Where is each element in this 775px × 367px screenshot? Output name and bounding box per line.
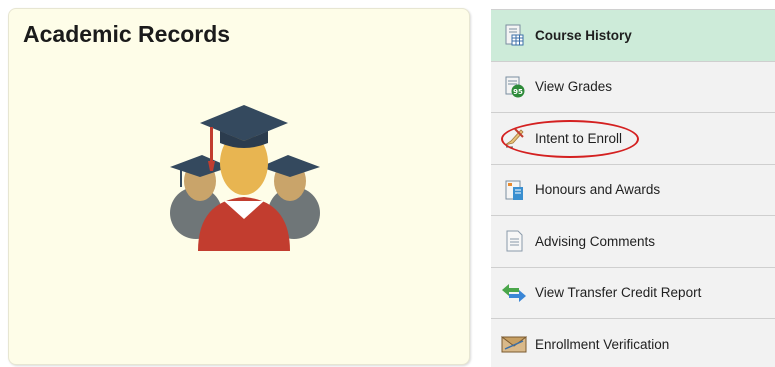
nav-item-intent-to-enroll[interactable]: Intent to Enroll xyxy=(491,113,775,165)
nav-item-label: View Grades xyxy=(535,79,613,95)
transfer-arrows-icon xyxy=(501,280,527,306)
graduates-icon xyxy=(164,101,324,261)
course-history-icon xyxy=(501,22,527,48)
nav-item-honours-and-awards[interactable]: Honours and Awards xyxy=(491,164,775,216)
nav-item-view-grades[interactable]: 95 View Grades xyxy=(491,61,775,113)
nav-item-enrollment-verification[interactable]: Enrollment Verification xyxy=(491,319,775,367)
nav-item-label: View Transfer Credit Report xyxy=(535,285,702,301)
nav-item-view-transfer-credit-report[interactable]: View Transfer Credit Report xyxy=(491,267,775,319)
nav-item-label: Advising Comments xyxy=(535,233,656,249)
comments-doc-icon xyxy=(501,228,527,254)
nav-item-label: Honours and Awards xyxy=(535,182,661,198)
nav-item-advising-comments[interactable]: Advising Comments xyxy=(491,216,775,268)
envelope-icon xyxy=(501,331,527,357)
grade-badge: 95 xyxy=(513,88,523,96)
nav-item-label: Course History xyxy=(535,27,632,43)
awards-doc-icon xyxy=(501,177,527,203)
academic-records-tile[interactable]: Academic Records xyxy=(8,8,470,365)
nav-item-label: Intent to Enroll xyxy=(535,130,623,146)
quill-pen-icon xyxy=(501,125,527,151)
grades-icon: 95 xyxy=(501,74,527,100)
nav-item-course-history[interactable]: Course History xyxy=(491,10,775,62)
tile-title: Academic Records xyxy=(23,21,231,47)
academic-records-nav: Course History 95 View Grades Intent to … xyxy=(491,9,775,367)
nav-item-label: Enrollment Verification xyxy=(535,336,670,352)
